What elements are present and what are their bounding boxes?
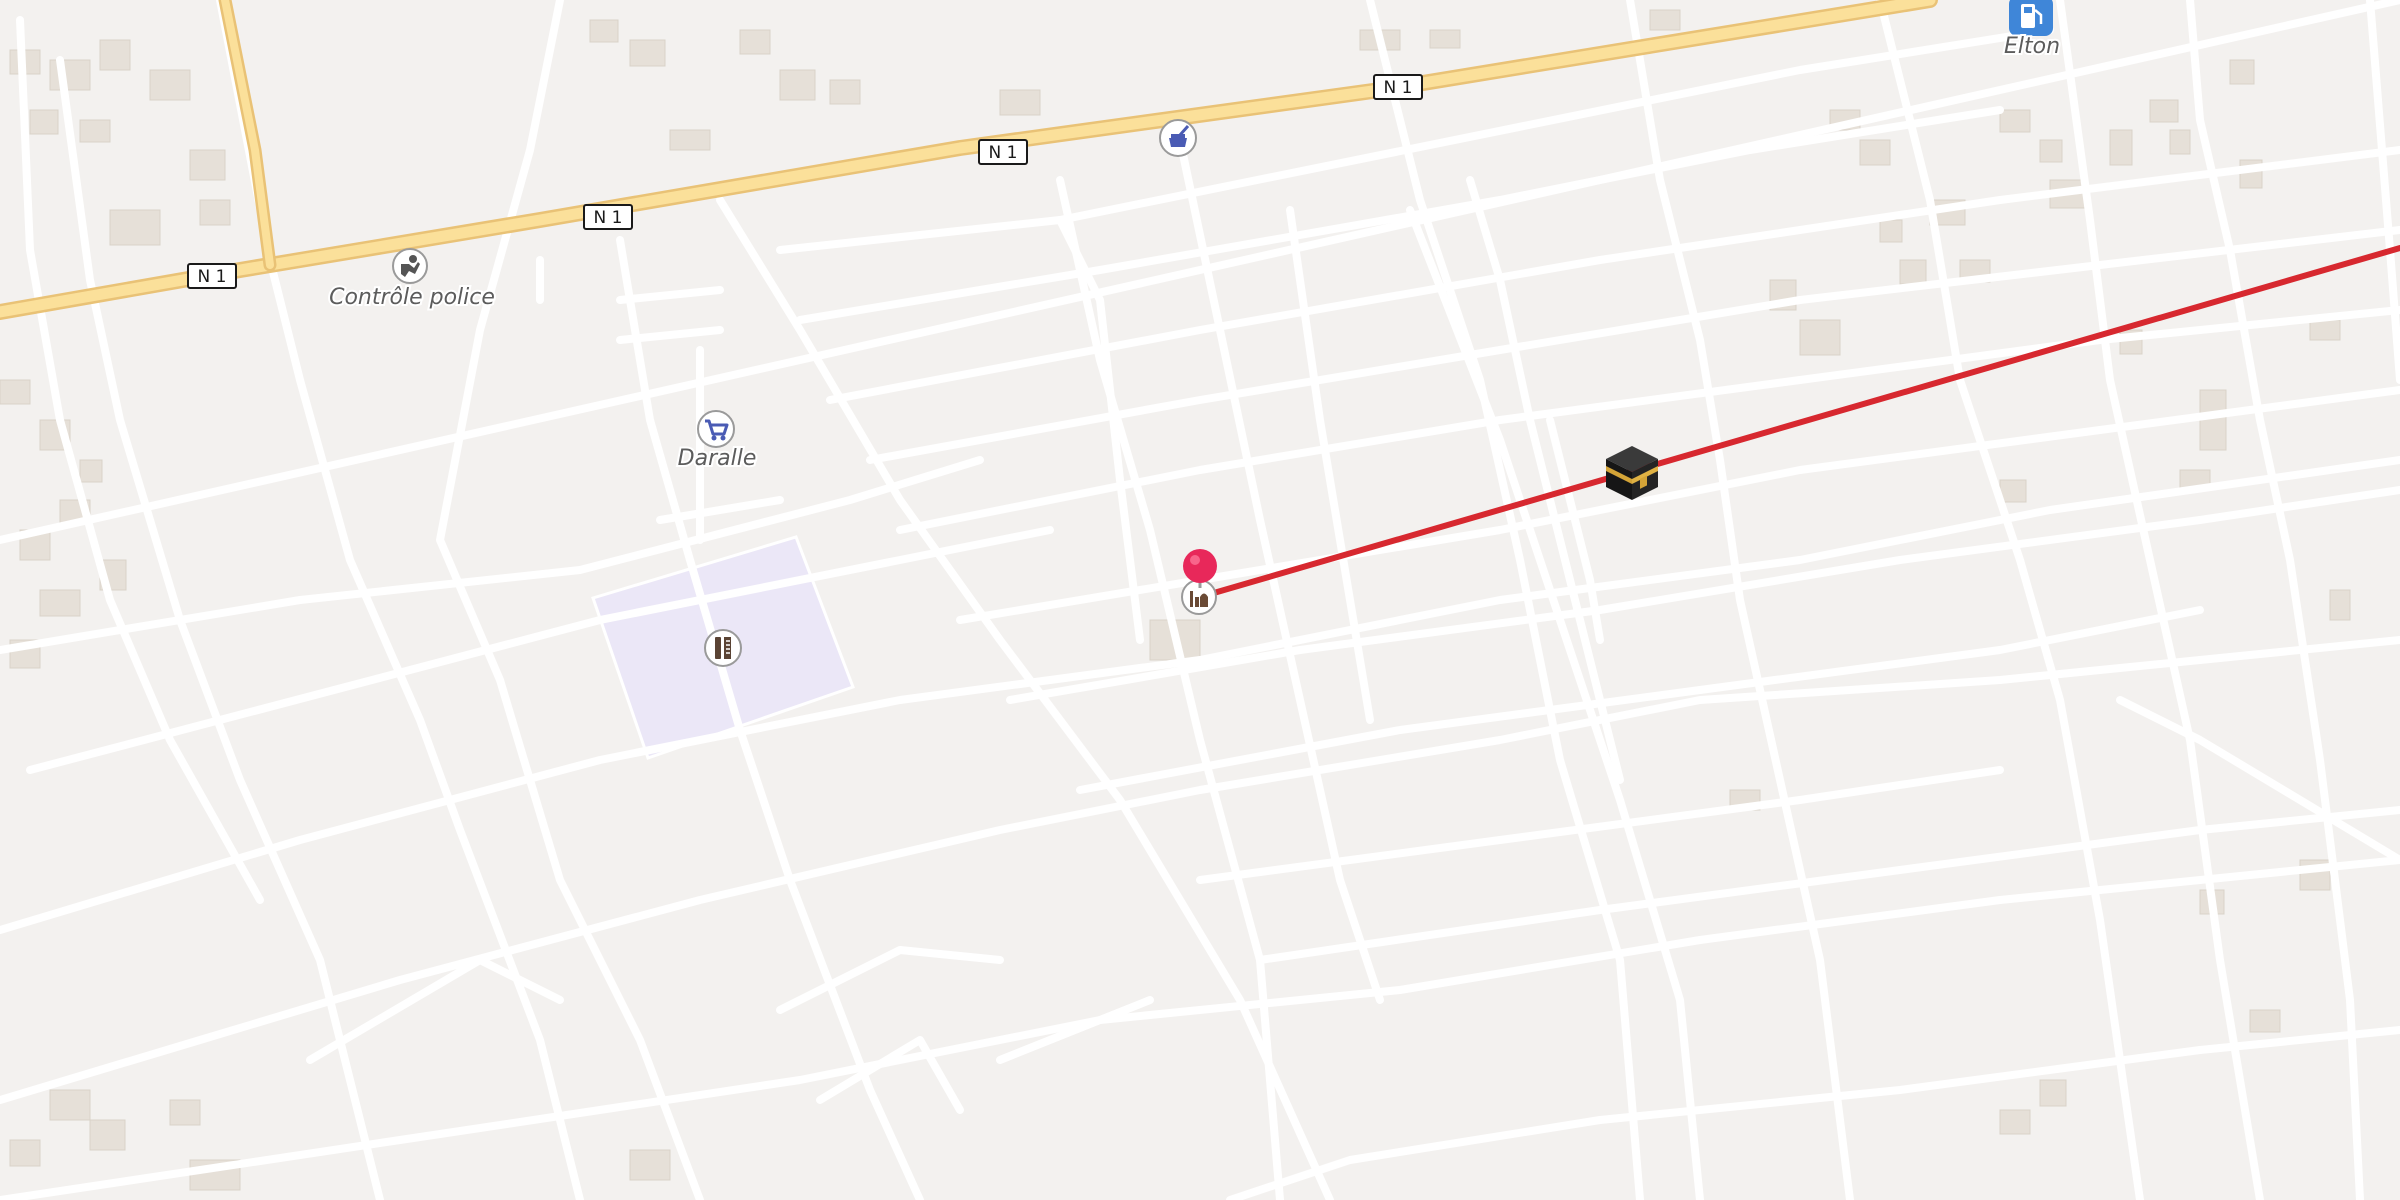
n1-shield: N 1 (583, 204, 633, 230)
poi-shop[interactable] (697, 410, 735, 448)
poi-school[interactable] (704, 629, 742, 667)
n1-shield-label: N 1 (594, 208, 623, 228)
map-canvas[interactable]: N 1 N 1 N 1 N 1 Contrôle police Daralle (0, 0, 2400, 1200)
poi-label-fuel: Elton (2004, 34, 2060, 59)
poi-label-shop: Daralle (678, 446, 757, 471)
n1-shield-label: N 1 (989, 143, 1018, 163)
poi-fuel[interactable] (2009, 0, 2053, 36)
poi-pharmacy[interactable] (1159, 119, 1197, 157)
poi-police[interactable] (392, 248, 428, 284)
n1-shield-label: N 1 (198, 267, 227, 287)
n1-shield: N 1 (1373, 74, 1423, 100)
n1-shield: N 1 (978, 139, 1028, 165)
shopping-cart-icon (697, 410, 735, 448)
n1-shield: N 1 (187, 263, 237, 289)
poi-label-police: Contrôle police (329, 285, 495, 310)
n1-shield-label: N 1 (1384, 78, 1413, 98)
school-icon (704, 629, 742, 667)
